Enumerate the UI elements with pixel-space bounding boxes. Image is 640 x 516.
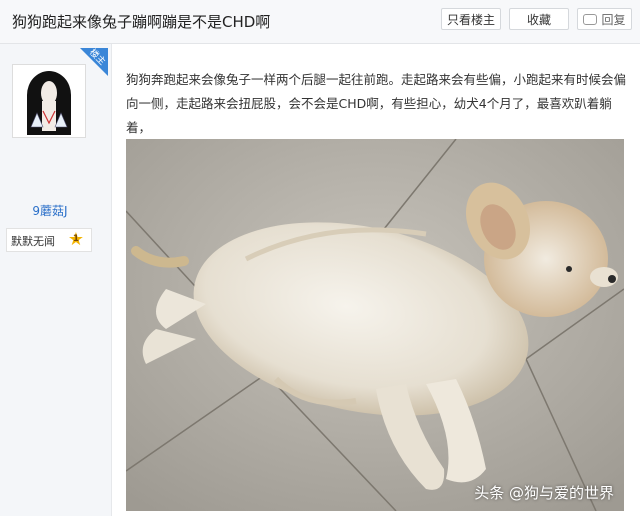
watermark-text: 头条 @狗与爱的世界 (474, 484, 614, 502)
post-content: 狗狗奔跑起来会像兔子一样两个后腿一起往前跑。走起路来会有些偏，小跑起来有时候会偏… (126, 72, 627, 135)
comment-icon (583, 14, 598, 25)
post-photo: 头条 @狗与爱的世界 (126, 139, 624, 511)
author-level-icon: 默默无闻 ★ 1 (6, 228, 92, 252)
favorite-button[interactable]: 收藏 (509, 8, 569, 30)
reply-button-label: 回复 (601, 13, 626, 27)
thread-header: 狗狗跑起来像兔子蹦啊蹦是不是CHD啊 只看楼主 收藏 回复 (0, 0, 640, 44)
author-username[interactable]: 9蘑菇J (0, 202, 100, 219)
only-view-owner-button[interactable]: 只看楼主 (441, 8, 501, 30)
thread-title: 狗狗跑起来像兔子蹦啊蹦是不是CHD啊 (12, 13, 271, 31)
reply-button[interactable]: 回复 (577, 8, 632, 30)
avatar-image (13, 65, 85, 137)
thread-owner-badge: 楼主 (80, 48, 108, 76)
level-number: 1 (72, 234, 80, 244)
avatar[interactable] (12, 64, 86, 138)
level-title: 默默无闻 (11, 235, 55, 248)
author-sidebar: 默默无闻 ★ 1 9蘑菇J (0, 44, 112, 516)
dog-photo-image (126, 139, 624, 511)
